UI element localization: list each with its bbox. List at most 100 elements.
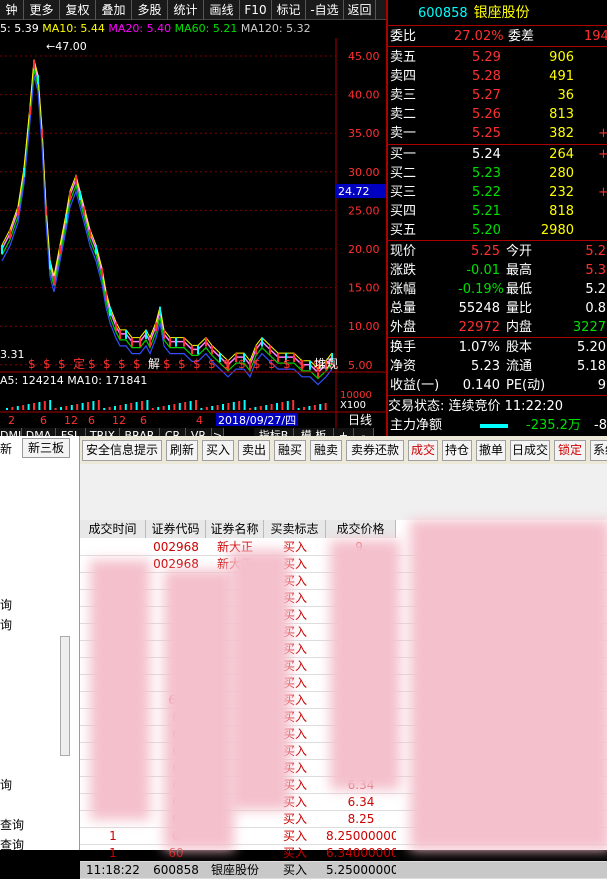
table-row[interactable]: 11:18:22 600858 银座股份 买入 5.25000000 [80, 862, 607, 879]
candle [139, 337, 141, 347]
left-scrollbar[interactable] [60, 636, 70, 756]
trade-toolbar: 安全信息提示刷新买入卖出融买融卖卖券还款成交持仓撤单日成交锁定系统 [80, 436, 607, 464]
candle [197, 345, 199, 355]
trade-toolbar-button[interactable]: 刷新 [166, 440, 198, 461]
trade-toolbar-button[interactable]: 卖券还款 [346, 440, 404, 461]
stat-row2-label: 净资 [390, 359, 417, 374]
grid-cell: 买入 [282, 863, 307, 877]
price-tick-label: 10.00 [348, 320, 380, 333]
volume-bar [270, 404, 273, 410]
candle [255, 345, 257, 355]
candle [65, 214, 67, 224]
trade-toolbar-button[interactable]: 卖出 [238, 440, 270, 461]
trade-toolbar-button[interactable]: 锁定 [554, 440, 586, 461]
candle [269, 345, 271, 355]
buy-level[interactable]: 买三 5.22 232 + [388, 183, 607, 202]
buy-level[interactable]: 买一 5.24 264 + [388, 145, 607, 164]
toolbar-button[interactable]: 多股 [132, 0, 168, 20]
toolbar-button[interactable]: F10 [240, 0, 272, 20]
buy-level[interactable]: 买五 5.20 2980 [388, 221, 607, 240]
toolbar-button[interactable]: 更多 [24, 0, 60, 20]
left-nav-item[interactable]: 查询 [0, 816, 24, 833]
toolbar-button[interactable]: 统计 [168, 0, 204, 20]
candle [293, 353, 295, 363]
sell-level[interactable]: 卖五 5.29 906 [388, 48, 607, 67]
candle [155, 322, 157, 332]
volume-bar [265, 405, 268, 410]
candle [211, 345, 213, 355]
volume-bar [189, 401, 192, 410]
volume-bar [216, 405, 219, 410]
privacy-blur [330, 540, 400, 790]
left-nav-item[interactable]: 询 [0, 596, 12, 613]
sell-level-label: 卖五 [390, 50, 417, 65]
stat-row-value2: 5.2 [585, 282, 606, 297]
left-tab-xinsanban[interactable]: 新三板 [22, 438, 70, 458]
volume-bar [135, 402, 138, 410]
sell-level[interactable]: 卖一 5.25 382 + [388, 124, 607, 143]
toolbar-button[interactable]: -自选 [306, 0, 344, 20]
left-nav-item[interactable]: 询 [0, 616, 12, 633]
trade-toolbar-button[interactable]: 买入 [202, 440, 234, 461]
volume-bar [119, 405, 122, 410]
toolbar-button[interactable]: 复权 [60, 0, 96, 20]
volume-bar [33, 403, 35, 410]
sell-level-label: 卖四 [390, 69, 417, 84]
event-marker: $ [43, 357, 51, 371]
candle [309, 360, 311, 370]
volume-bar [281, 402, 284, 410]
trade-toolbar-button[interactable]: 持仓 [442, 440, 472, 461]
stat-row2-value: 5.23 [471, 359, 500, 374]
kline-chart[interactable]: 45.0040.0035.0030.0025.0020.0015.0010.00… [0, 0, 386, 436]
grid-header[interactable]: 证券代码 [146, 520, 206, 538]
stat-row2-label2: PE(动) [506, 378, 546, 393]
sell-level-volume: 813 [549, 107, 574, 122]
buy-level[interactable]: 买二 5.23 280 [388, 164, 607, 183]
sell-level[interactable]: 卖二 5.26 813 [388, 105, 607, 124]
left-nav-item[interactable]: 询 [0, 776, 12, 793]
candle [49, 260, 51, 270]
kline-chart-area[interactable]: 45.00 40.00 35.00 30.00 25.00 20.00 15.00 10.00… [0, 0, 388, 444]
grid-header[interactable]: 成交价格 [326, 520, 396, 538]
grid-header[interactable]: 证券名称 [206, 520, 264, 538]
grid-header[interactable]: 成交时间 [80, 520, 146, 538]
trade-toolbar-button[interactable]: 系统 [590, 440, 607, 461]
volume-bar [92, 401, 95, 410]
sell-level[interactable]: 卖三 5.27 36 [388, 86, 607, 105]
candle [125, 329, 127, 339]
main-flow-extra: -8 [594, 418, 607, 433]
volume-bar [70, 405, 73, 410]
toolbar-button[interactable]: 画线 [204, 0, 240, 20]
trade-toolbar-button[interactable]: 成交 [408, 440, 438, 461]
sell-level[interactable]: 卖四 5.28 491 [388, 67, 607, 86]
stat-row2-value: 1.07% [458, 340, 500, 355]
price-tick-label: 20.00 [348, 243, 380, 256]
volume-bar [195, 400, 197, 410]
trade-toolbar-button[interactable]: 撤单 [476, 440, 506, 461]
toolbar-button[interactable]: 返回 [344, 0, 376, 20]
trade-toolbar-button[interactable]: 融买 [274, 440, 306, 461]
left-tab[interactable]: 新 [0, 440, 20, 458]
stat-row2-label2: 流通 [506, 359, 533, 374]
buy-level-change: + [598, 185, 607, 200]
trade-toolbar-button[interactable]: 融卖 [310, 440, 342, 461]
toolbar-button[interactable]: 叠加 [96, 0, 132, 20]
left-nav-item[interactable]: 查询 [0, 836, 24, 853]
trade-toolbar-button[interactable]: 安全信息提示 [82, 440, 162, 461]
toolbar-button[interactable]: 标记 [272, 0, 306, 20]
volume-bar [211, 406, 214, 410]
sell-level-label: 卖一 [390, 126, 417, 141]
buy-level-change: + [598, 147, 607, 162]
buy-level-volume: 280 [549, 166, 574, 181]
volume-bar [54, 408, 57, 410]
buy-level-volume: 264 [549, 147, 574, 162]
privacy-blur [410, 520, 607, 850]
trade-toolbar-button[interactable]: 日成交 [510, 440, 550, 461]
buy-level[interactable]: 买四 5.21 818 [388, 202, 607, 221]
grid-header[interactable]: 买卖标志 [264, 520, 326, 538]
stat-row-value2: 5.3 [585, 263, 606, 278]
stat-row-value: 55248 [458, 301, 500, 316]
event-marker: 解 [148, 357, 160, 371]
volume-bar [292, 400, 295, 410]
toolbar-button[interactable]: 钟 [0, 0, 24, 20]
